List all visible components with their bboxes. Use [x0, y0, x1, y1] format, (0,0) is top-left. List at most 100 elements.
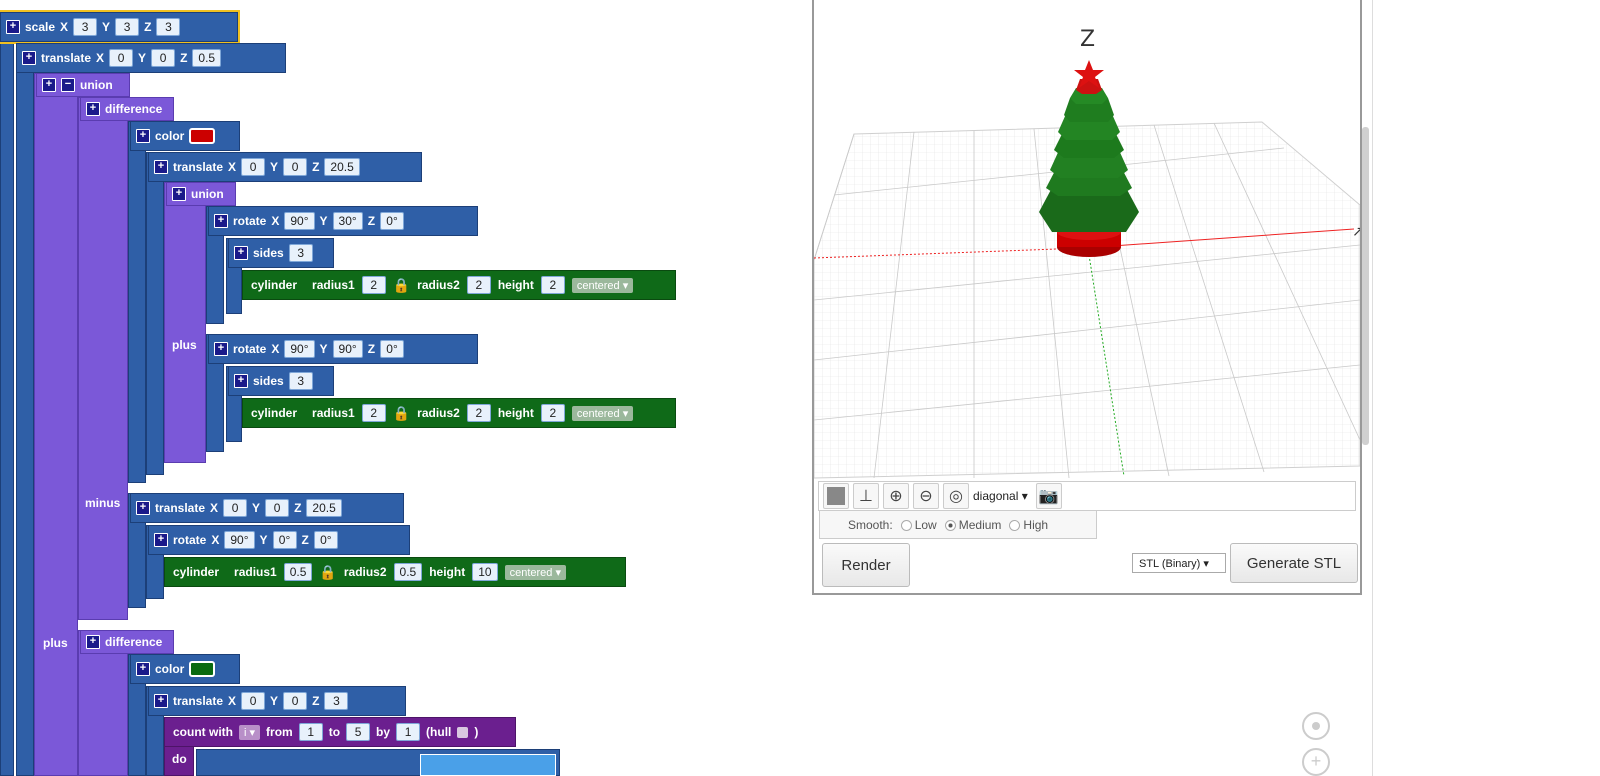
radius1-input[interactable]: 2 [361, 276, 386, 294]
scale-z-input[interactable]: 3 [156, 18, 181, 36]
expand-icon[interactable]: + [136, 662, 150, 676]
color-swatch-red[interactable] [189, 128, 216, 144]
translate-z-input[interactable]: 20.5 [306, 499, 342, 517]
format-select[interactable]: STL (Binary) ▾ [1132, 553, 1226, 573]
rotate-block[interactable]: + rotate X 90° Y 0° Z 0° [148, 525, 410, 555]
zoom-in-button[interactable]: ⊕ [883, 483, 909, 509]
translate-x-input[interactable]: 0 [223, 499, 248, 517]
translate-block[interactable]: + translate X 0 Y 0 Z 20.5 [130, 493, 404, 523]
rotate-z-input[interactable]: 0° [380, 340, 405, 358]
expand-icon[interactable]: + [214, 214, 228, 228]
zoom-out-button[interactable]: ⊖ [913, 483, 939, 509]
cylinder-block[interactable]: cylinder radius1 2 🔒 radius2 2 height 2 … [242, 398, 676, 428]
render-button[interactable]: Render [822, 543, 910, 587]
scale-y-input[interactable]: 3 [115, 18, 140, 36]
expand-icon[interactable]: + [214, 342, 228, 356]
rotate-z-input[interactable]: 0° [313, 531, 338, 549]
by-input[interactable]: 1 [396, 723, 421, 741]
color-block[interactable]: + color [130, 654, 240, 684]
generate-stl-button[interactable]: Generate STL [1230, 543, 1358, 583]
background-color-button[interactable] [823, 483, 849, 509]
expand-icon[interactable]: + [86, 102, 100, 116]
3d-render-canvas[interactable]: Z ↗ [814, 0, 1360, 480]
translate-y-input[interactable]: 0 [265, 499, 290, 517]
expand-icon[interactable]: + [154, 694, 168, 708]
centered-dropdown[interactable]: centered ▾ [571, 277, 634, 293]
scale-block[interactable]: + scale X 3 Y 3 Z 3 [0, 10, 240, 44]
color-swatch-green[interactable] [189, 661, 216, 677]
rotate-block[interactable]: + rotate X 90° Y 90° Z 0° [208, 334, 478, 364]
to-input[interactable]: 5 [346, 723, 371, 741]
height-input[interactable]: 2 [540, 276, 565, 294]
radius1-input[interactable]: 0.5 [283, 563, 313, 581]
expand-icon[interactable]: + [6, 20, 20, 34]
scale-x-input[interactable]: 3 [73, 18, 98, 36]
height-input[interactable]: 2 [540, 404, 565, 422]
translate-x-input[interactable]: 0 [241, 158, 266, 176]
translate-z-input[interactable]: 3 [324, 692, 349, 710]
difference-block-body[interactable] [78, 97, 128, 620]
translate-y-input[interactable]: 0 [283, 692, 308, 710]
translate-z-input[interactable]: 0.5 [192, 49, 222, 67]
view-select[interactable]: diagonal ▾ [973, 489, 1028, 503]
union-block-body[interactable] [164, 182, 206, 463]
expand-icon[interactable]: + [22, 51, 36, 65]
height-input[interactable]: 10 [472, 563, 498, 581]
translate-block[interactable]: + translate X 0 Y 0 Z 3 [148, 686, 406, 716]
expand-icon[interactable]: + [154, 160, 168, 174]
smooth-option-high[interactable]: High [1009, 518, 1048, 532]
union-block[interactable]: + − union [36, 73, 130, 97]
cylinder-block[interactable]: cylinder radius1 0.5 🔒 radius2 0.5 heigh… [164, 557, 626, 587]
difference-block[interactable]: + difference [80, 97, 174, 121]
zoom-in-workspace-button[interactable]: + [1302, 748, 1330, 776]
translate-block-body[interactable] [146, 152, 164, 475]
reset-view-button[interactable]: ◎ [943, 483, 969, 509]
collapse-icon[interactable]: − [61, 78, 75, 92]
radius2-input[interactable]: 2 [466, 404, 491, 422]
union-block-body[interactable] [34, 73, 78, 776]
expand-icon[interactable]: + [234, 246, 248, 260]
from-input[interactable]: 1 [298, 723, 323, 741]
rotate-block[interactable]: + rotate X 90° Y 30° Z 0° [208, 206, 478, 236]
translate-z-input[interactable]: 20.5 [324, 158, 360, 176]
translate-x-input[interactable]: 0 [109, 49, 134, 67]
centered-dropdown[interactable]: centered ▾ [571, 405, 634, 421]
lock-icon[interactable]: 🔒 [393, 405, 410, 422]
lock-icon[interactable]: 🔒 [393, 277, 410, 294]
sides-block[interactable]: + sides 3 [228, 366, 334, 396]
count-with-block[interactable]: count with i ▾ from 1 to 5 by 1 (hull ) [164, 717, 516, 747]
hull-checkbox[interactable] [457, 726, 469, 738]
sides-block[interactable]: + sides 3 [228, 238, 334, 268]
rotate-x-input[interactable]: 90° [284, 212, 315, 230]
translate-block[interactable]: + translate X 0 Y 0 Z 0.5 [16, 43, 286, 73]
expand-icon[interactable]: + [42, 78, 56, 92]
translate-x-input[interactable]: 0 [241, 692, 266, 710]
radius2-input[interactable]: 2 [466, 276, 491, 294]
rotate-y-input[interactable]: 0° [272, 531, 297, 549]
translate-y-input[interactable]: 0 [283, 158, 308, 176]
screenshot-button[interactable]: 📷 [1035, 483, 1062, 509]
union-block[interactable]: + union [166, 182, 236, 206]
lock-icon[interactable]: 🔒 [319, 564, 336, 581]
smooth-option-low[interactable]: Low [900, 518, 937, 532]
sides-input[interactable]: 3 [288, 244, 313, 262]
rotate-x-input[interactable]: 90° [224, 531, 255, 549]
color-block-body[interactable] [128, 121, 146, 483]
radius2-input[interactable]: 0.5 [393, 563, 423, 581]
expand-icon[interactable]: + [136, 129, 150, 143]
scale-block-body[interactable] [0, 12, 14, 776]
expand-icon[interactable]: + [136, 501, 150, 515]
radius1-input[interactable]: 2 [361, 404, 386, 422]
rotate-x-input[interactable]: 90° [284, 340, 315, 358]
center-workspace-button[interactable] [1302, 712, 1330, 740]
expand-icon[interactable]: + [172, 187, 186, 201]
rotate-z-input[interactable]: 0° [380, 212, 405, 230]
sides-input[interactable]: 3 [288, 372, 313, 390]
expand-icon[interactable]: + [86, 635, 100, 649]
color-block[interactable]: + color [130, 121, 240, 151]
translate-block[interactable]: + translate X 0 Y 0 Z 20.5 [148, 152, 422, 182]
expand-icon[interactable]: + [234, 374, 248, 388]
rotate-y-input[interactable]: 90° [332, 340, 363, 358]
difference-block[interactable]: + difference [80, 630, 174, 654]
translate-y-input[interactable]: 0 [151, 49, 176, 67]
